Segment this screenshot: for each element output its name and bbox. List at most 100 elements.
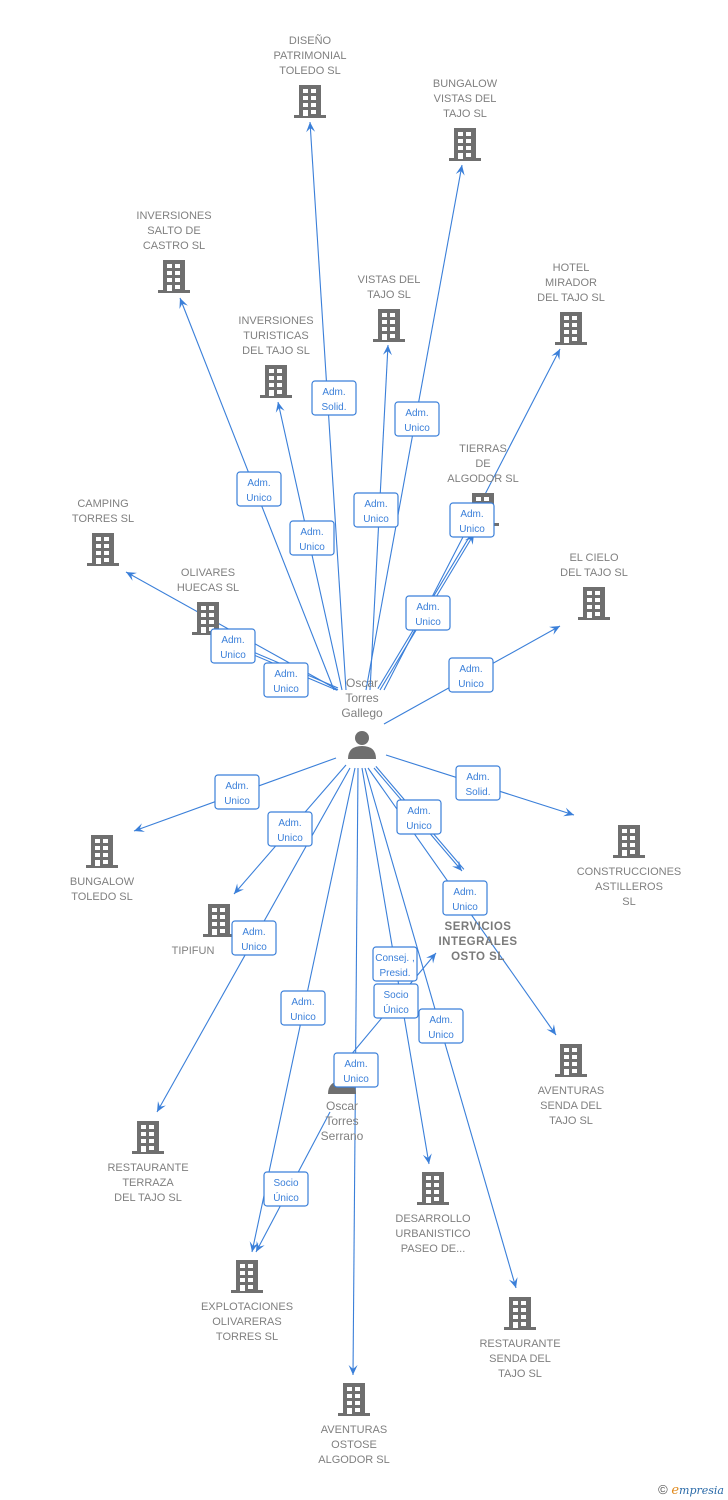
relation-role-text: Adm. <box>460 509 483 520</box>
company-name-line: TAJO SL <box>367 289 411 301</box>
relation-role-text: Unico <box>246 493 272 504</box>
building-icon <box>555 312 587 345</box>
relation-label[interactable]: Adm. Solid. <box>311 380 357 416</box>
relation-label[interactable]: Adm. Unico <box>263 662 309 698</box>
company-node[interactable]: RESTAURANTE SENDA DEL TAJO SL <box>479 1297 561 1380</box>
footer-credit: © empresia <box>658 1482 724 1498</box>
relation-label[interactable]: Adm. Unico <box>353 492 399 528</box>
relation-role-text: Socio <box>383 990 408 1001</box>
company-name-line: RESTAURANTE <box>479 1338 560 1350</box>
relation-label[interactable]: Socio Único <box>373 983 419 1019</box>
company-node[interactable]: OLIVARES HUECAS SL <box>177 567 239 635</box>
relation-role-text: Unico <box>452 902 478 913</box>
company-name-line: MIRADOR <box>545 277 597 289</box>
relation-role-text: Unico <box>415 617 441 628</box>
relation-role-text: Adm. <box>466 772 489 783</box>
person-name-line: Gallego <box>341 706 383 720</box>
company-name-line: TORRES SL <box>72 513 134 525</box>
relation-role-text: Adm. <box>291 997 314 1008</box>
company-name-line: SENDA DEL <box>540 1100 602 1112</box>
company-node[interactable]: DISEÑO PATRIMONIAL TOLEDO SL <box>274 34 347 118</box>
relation-label[interactable]: Adm. Solid. <box>455 765 501 801</box>
relation-label[interactable]: Adm. Unico <box>394 401 440 437</box>
arrowhead-icon <box>549 626 560 635</box>
relation-label[interactable]: Consej. , Presid. <box>372 946 418 982</box>
company-node[interactable]: AVENTURAS SENDA DEL TAJO SL <box>538 1044 604 1127</box>
person-node[interactable]: OscarTorresGallego <box>341 676 383 759</box>
company-node[interactable]: CONSTRUCCIONES ASTILLEROS SL <box>577 825 682 908</box>
relation-label[interactable]: Adm. Unico <box>210 628 256 664</box>
relation-role-text: Unico <box>277 833 303 844</box>
company-name-line: VISTAS DEL <box>358 274 421 286</box>
relation-label[interactable]: Adm. Unico <box>449 502 495 538</box>
relation-label[interactable]: Adm. Unico <box>236 471 282 507</box>
relation-label[interactable]: Adm. Unico <box>231 920 277 956</box>
arrowhead-icon <box>126 572 137 581</box>
relation-label[interactable]: Adm. Unico <box>405 595 451 631</box>
relation-role-text: Solid. <box>465 787 490 798</box>
relation-label[interactable]: Adm. Unico <box>214 774 260 810</box>
relation-role-text: Unico <box>458 679 484 690</box>
relation-role-text: Unico <box>220 650 246 661</box>
relation-label[interactable]: Adm. Unico <box>289 520 335 556</box>
relation-role-text: Adm. <box>364 499 387 510</box>
company-node[interactable]: BUNGALOW TOLEDO SL <box>70 835 135 903</box>
person-name-line: Torres <box>325 1114 358 1128</box>
company-node[interactable]: AVENTURAS OSTOSE ALGODOR SL <box>318 1383 390 1466</box>
company-node[interactable]: EL CIELO DEL TAJO SL <box>560 552 628 620</box>
company-name-line: SENDA DEL <box>489 1353 551 1365</box>
relation-role-text: Adm. <box>225 781 248 792</box>
company-node[interactable]: CAMPING TORRES SL <box>72 498 134 566</box>
company-node[interactable]: INVERSIONES TURISTICAS DEL TAJO SL <box>238 315 314 398</box>
company-name-line: EL CIELO <box>569 552 619 564</box>
building-icon <box>504 1297 536 1330</box>
company-name-line: TAJO SL <box>498 1368 542 1380</box>
company-name-line: TAJO SL <box>443 108 487 120</box>
company-name-line: ASTILLEROS <box>595 881 663 893</box>
company-node[interactable]: INVERSIONES SALTO DE CASTRO SL <box>136 210 212 293</box>
relation-label[interactable]: Adm. Unico <box>396 799 442 835</box>
building-icon <box>86 835 118 868</box>
relation-role-text: Adm. <box>247 478 270 489</box>
nodes-layer: DISEÑO PATRIMONIAL TOLEDO SL BUNGALOW VISTAS… <box>70 34 681 1466</box>
company-name-line: OLIVARERAS <box>212 1316 282 1328</box>
company-node[interactable]: VISTAS DEL TAJO SL <box>358 274 421 342</box>
company-name-line: AVENTURAS <box>321 1424 387 1436</box>
building-icon <box>373 309 405 342</box>
company-node[interactable]: HOTEL MIRADOR DEL TAJO SL <box>537 262 605 345</box>
relation-label[interactable]: Adm. Unico <box>267 811 313 847</box>
company-name-line: OSTOSE <box>331 1439 377 1451</box>
company-name-line: TIERRAS <box>459 443 507 455</box>
edges-layer <box>125 121 575 1376</box>
relation-role-text: Unico <box>428 1030 454 1041</box>
relation-label[interactable]: Adm. Unico <box>442 880 488 916</box>
company-name-line: TOLEDO SL <box>71 891 133 903</box>
company-node[interactable]: EXPLOTACIONES OLIVARERAS TORRES SL <box>201 1260 293 1343</box>
relation-label[interactable]: Socio Único <box>263 1171 309 1207</box>
relation-label[interactable]: Adm. Unico <box>333 1052 379 1088</box>
company-name-line: DEL TAJO SL <box>537 292 605 304</box>
relation-role-text: Unico <box>290 1012 316 1023</box>
building-icon <box>132 1121 164 1154</box>
brand-logo-text[interactable]: mpresia <box>679 1484 724 1497</box>
person-icon <box>348 731 376 759</box>
relation-role-text: Adm. <box>300 527 323 538</box>
company-node[interactable]: RESTAURANTE TERRAZA DEL TAJO SL <box>107 1121 189 1204</box>
brand-logo-initial[interactable]: e <box>671 1483 679 1498</box>
building-icon <box>578 587 610 620</box>
company-node[interactable]: DESARROLLO URBANISTICO PASEO DE... <box>395 1172 471 1255</box>
relation-label[interactable]: Adm. Unico <box>418 1008 464 1044</box>
company-node[interactable]: BUNGALOW VISTAS DEL TAJO SL <box>433 78 498 161</box>
relation-label[interactable]: Adm. Unico <box>448 657 494 693</box>
company-node[interactable]: TIPIFUN <box>172 904 235 957</box>
relation-role-text: Adm. <box>407 806 430 817</box>
person-name-line: Oscar <box>326 1099 358 1113</box>
person-name-line: Oscar <box>346 676 378 690</box>
building-icon <box>87 533 119 566</box>
relation-role-text: Adm. <box>274 669 297 680</box>
relation-role-text: Presid. <box>379 968 410 979</box>
relation-role-text: Unico <box>406 821 432 832</box>
relation-label[interactable]: Adm. Unico <box>280 990 326 1026</box>
company-name-line: URBANISTICO <box>395 1228 471 1240</box>
relation-role-text: Consej. , <box>375 953 414 964</box>
